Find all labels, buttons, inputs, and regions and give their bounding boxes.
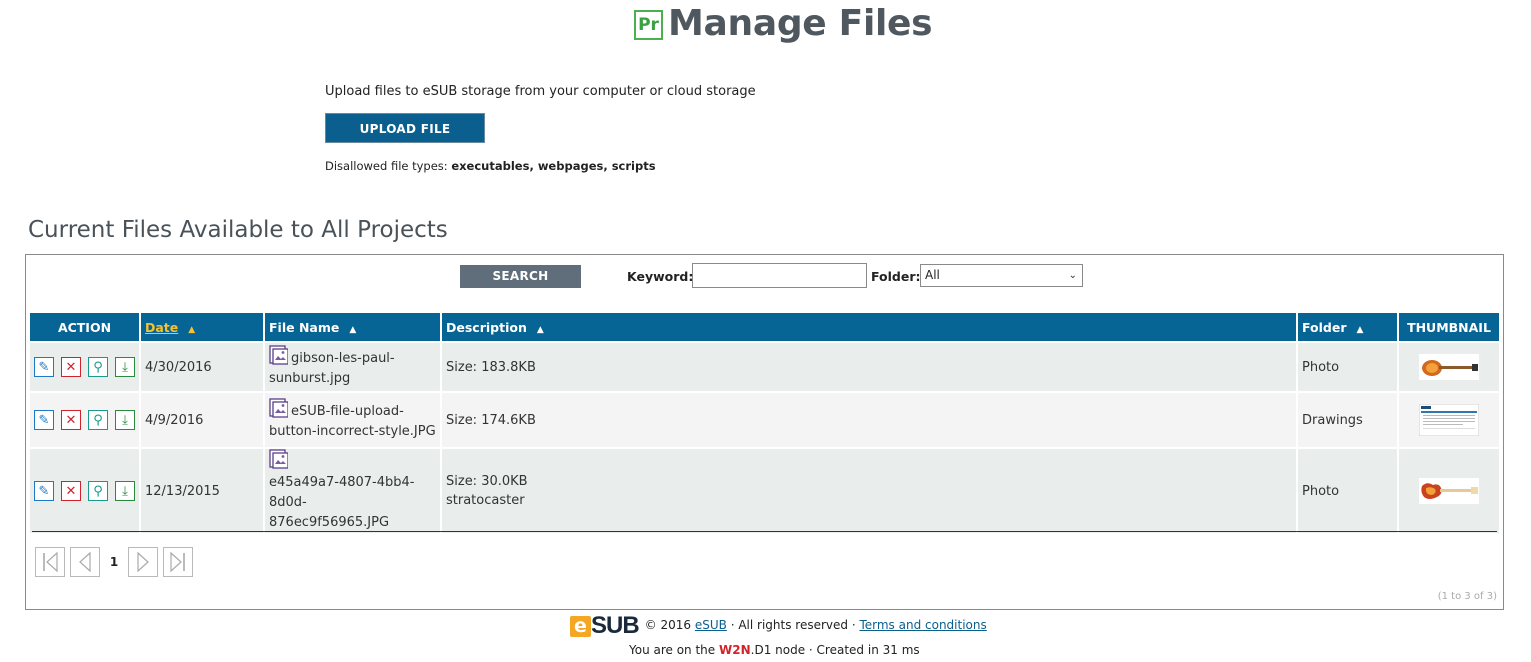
column-header-date[interactable]: Date ▲ — [141, 313, 263, 341]
date-cell: 4/30/2016 — [141, 341, 263, 391]
table-divider — [32, 531, 1497, 532]
download-icon[interactable]: ⤓ — [115, 481, 135, 501]
edit-pencil-icon[interactable]: ✎ — [34, 410, 54, 430]
preview-magnifier-icon[interactable]: ⚲ — [88, 357, 108, 377]
chevron-down-icon: ⌄ — [1068, 270, 1077, 281]
preview-magnifier-icon[interactable]: ⚲ — [88, 481, 108, 501]
description-cell: Size: 30.0KB stratocaster — [442, 447, 1296, 533]
folder-select-value: All — [925, 268, 940, 282]
sort-icon: ▲︎ — [536, 324, 544, 335]
image-file-icon — [269, 449, 288, 469]
current-page-number[interactable]: 1 — [108, 555, 120, 569]
file-name-line2: 876ec9f56965.JPG — [269, 515, 390, 530]
table-header-row: ACTION Date ▲ File Name ▲︎ Description ▲︎ F… — [30, 313, 1499, 341]
files-table: ACTION Date ▲ File Name ▲︎ Description ▲︎ F… — [28, 313, 1501, 533]
esub-logo: e SUB — [570, 612, 640, 638]
first-page-icon — [43, 551, 58, 573]
image-file-icon — [269, 398, 288, 418]
download-icon[interactable]: ⤓ — [115, 410, 135, 430]
column-header-description[interactable]: Description ▲︎ — [442, 313, 1296, 341]
file-note: stratocaster — [446, 493, 525, 508]
preview-magnifier-icon[interactable]: ⚲ — [88, 410, 108, 430]
last-page-button[interactable] — [163, 547, 193, 577]
file-name-line2: button-incorrect-style.JPG — [269, 424, 436, 439]
description-cell: Size: 183.8KB — [442, 341, 1296, 391]
terms-link[interactable]: Terms and conditions — [859, 618, 986, 632]
column-header-folder[interactable]: Folder ▲︎ — [1298, 313, 1397, 341]
thumbnail-cell[interactable] — [1399, 341, 1499, 391]
description-cell: Size: 174.6KB — [442, 391, 1296, 447]
action-cell: ✎ ✕ ⚲ ⤓ — [30, 391, 139, 447]
delete-x-icon[interactable]: ✕ — [61, 410, 81, 430]
table-row: ✎ ✕ ⚲ ⤓ 4/9/2016 eSUB-file-upload- butto… — [30, 391, 1499, 447]
pagination: 1 — [35, 547, 193, 577]
sort-ascending-icon: ▲ — [188, 324, 196, 335]
guitar-thumbnail-icon[interactable] — [1419, 354, 1479, 380]
column-header-action: ACTION — [30, 313, 139, 341]
keyword-label: Keyword: — [627, 269, 694, 284]
action-cell: ✎ ✕ ⚲ ⤓ — [30, 341, 139, 391]
delete-x-icon[interactable]: ✕ — [61, 357, 81, 377]
delete-x-icon[interactable]: ✕ — [61, 481, 81, 501]
file-size: Size: 30.0KB — [446, 474, 528, 489]
disallowed-label: Disallowed file types: — [325, 159, 448, 173]
file-name-line1: eSUB-file-upload- — [291, 404, 404, 419]
result-range-text: (1 to 3 of 3) — [1437, 591, 1497, 602]
next-page-icon — [137, 551, 149, 573]
node-name: W2N — [719, 643, 751, 657]
file-name-cell[interactable]: e45a49a7-4807-4bb4-8d0d- 876ec9f56965.JP… — [265, 447, 440, 533]
last-page-icon — [170, 551, 185, 573]
column-header-file-name[interactable]: File Name ▲︎ — [265, 313, 440, 341]
date-cell: 12/13/2015 — [141, 447, 263, 533]
page-header: Pr Manage Files — [0, 2, 1531, 46]
node-prefix: You are on the — [629, 643, 716, 657]
file-name-line2: sunburst.jpg — [269, 371, 351, 386]
search-button[interactable]: SEARCH — [460, 265, 581, 288]
footer-node-info: You are on the W2N.D1 node · Created in … — [629, 643, 920, 657]
disallowed-file-types: Disallowed file types: executables, webp… — [325, 159, 656, 173]
folder-label: Folder: — [871, 269, 921, 284]
guitar-thumbnail-icon[interactable] — [1419, 478, 1479, 504]
table-row: ✎ ✕ ⚲ ⤓ 12/13/2015 e45a49a7-4807-4bb4-8d… — [30, 447, 1499, 533]
edit-pencil-icon[interactable]: ✎ — [34, 481, 54, 501]
upload-description: Upload files to eSUB storage from your c… — [325, 84, 756, 99]
thumbnail-cell[interactable] — [1399, 391, 1499, 447]
column-header-thumbnail: THUMBNAIL — [1399, 313, 1499, 341]
date-cell: 4/9/2016 — [141, 391, 263, 447]
folder-select[interactable]: All ⌄ — [920, 264, 1083, 287]
file-name-cell[interactable]: gibson-les-paul- sunburst.jpg — [265, 341, 440, 391]
file-name-line1: e45a49a7-4807-4bb4-8d0d- — [269, 475, 415, 510]
previous-page-icon — [79, 551, 91, 573]
folder-cell: Photo — [1298, 447, 1397, 533]
table-row: ✎ ✕ ⚲ ⤓ 4/30/2016 gibson-les-paul- sunbu… — [30, 341, 1499, 391]
section-title: Current Files Available to All Projects — [28, 217, 448, 243]
thumbnail-cell[interactable] — [1399, 447, 1499, 533]
folder-cell: Drawings — [1298, 391, 1397, 447]
sort-icon: ▲︎ — [349, 324, 357, 335]
project-badge-icon: Pr — [634, 10, 663, 40]
page-title: Manage Files — [668, 3, 933, 44]
node-suffix: .D1 node · Created in 31 ms — [750, 643, 920, 657]
rights-text: · All rights reserved · — [730, 617, 856, 632]
copyright-text: © 2016 — [644, 617, 692, 632]
image-file-icon — [269, 345, 288, 365]
next-page-button[interactable] — [128, 547, 158, 577]
action-cell: ✎ ✕ ⚲ ⤓ — [30, 447, 139, 533]
keyword-input[interactable] — [692, 263, 867, 288]
previous-page-button[interactable] — [70, 547, 100, 577]
sort-icon: ▲︎ — [1356, 324, 1364, 335]
esub-link[interactable]: eSUB — [695, 618, 727, 632]
files-panel: SEARCH Keyword: Folder: All ⌄ ACTION Dat… — [25, 254, 1504, 610]
disallowed-types: executables, webpages, scripts — [451, 159, 656, 173]
screenshot-thumbnail-icon[interactable] — [1419, 404, 1479, 436]
file-name-cell[interactable]: eSUB-file-upload- button-incorrect-style… — [265, 391, 440, 447]
upload-file-button[interactable]: UPLOAD FILE — [325, 113, 485, 143]
download-icon[interactable]: ⤓ — [115, 357, 135, 377]
first-page-button[interactable] — [35, 547, 65, 577]
footer-copyright: e SUB © 2016 eSUB · All rights reserved ·… — [570, 612, 987, 638]
edit-pencil-icon[interactable]: ✎ — [34, 357, 54, 377]
file-name-line1: gibson-les-paul- — [291, 351, 395, 366]
folder-cell: Photo — [1298, 341, 1397, 391]
